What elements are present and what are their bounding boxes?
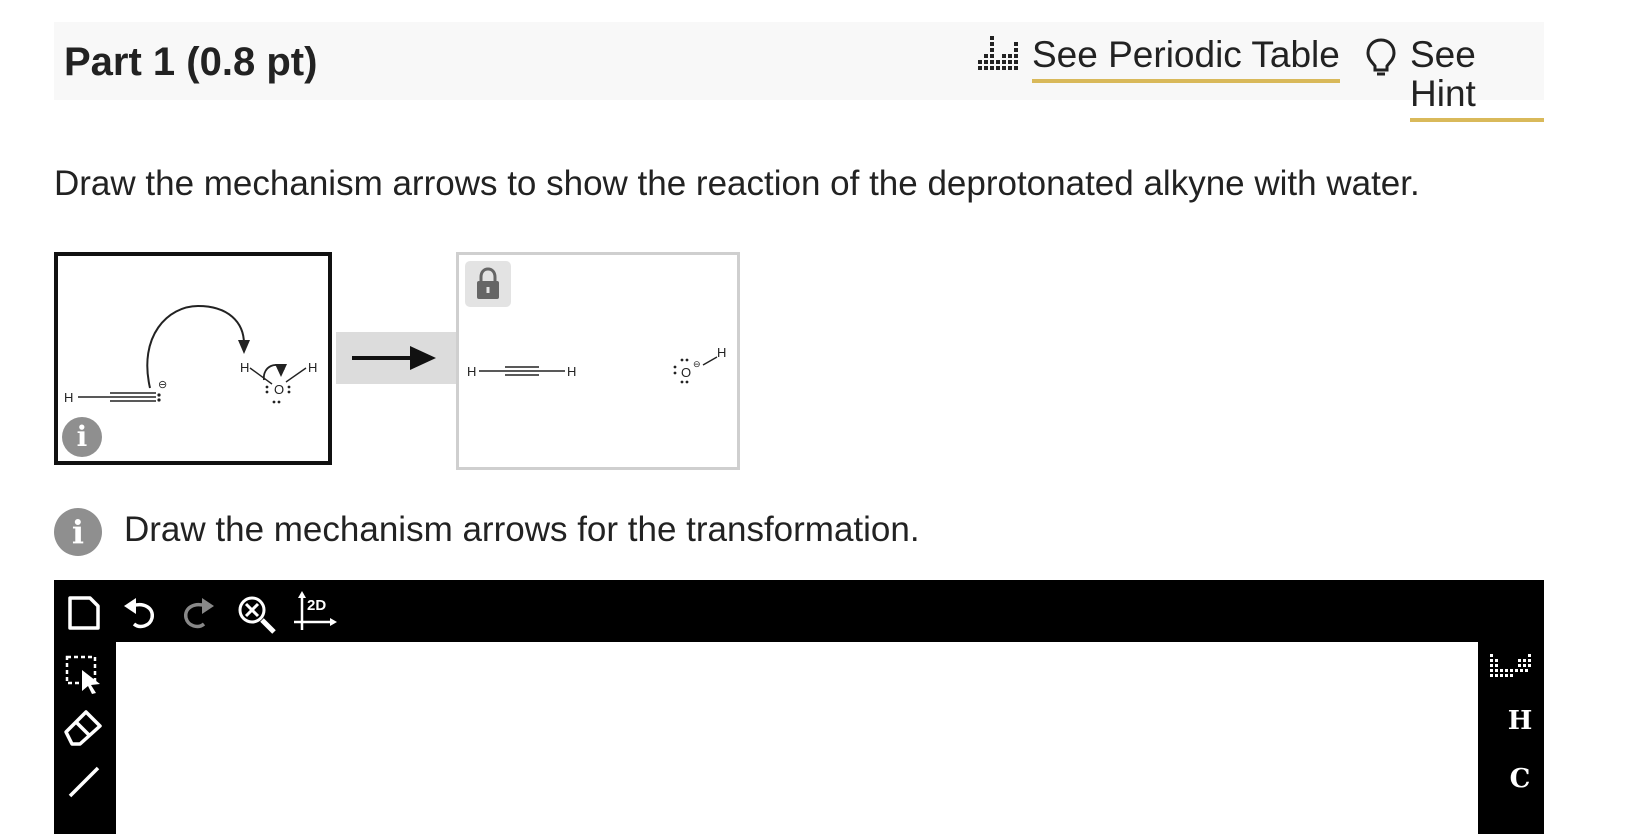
periodic-table-icon[interactable] [978, 36, 1018, 70]
product-oxygen: O [681, 365, 691, 380]
editor-instruction: Draw the mechanism arrows for the transf… [124, 510, 920, 549]
reactant-charge: ⊖ [158, 379, 167, 391]
reaction-arrow-band [336, 332, 458, 384]
undo-icon[interactable] [120, 596, 158, 632]
reactant-h-water-right: H [308, 360, 317, 375]
product-h-right: H [567, 364, 576, 379]
reactant-sketch[interactable]: H ⊖ H O H i [54, 252, 332, 465]
see-hint-link[interactable]: See Hint [1410, 35, 1544, 122]
zoom-clear-icon[interactable] [236, 594, 278, 636]
part-title: Part 1 (0.8 pt) [64, 40, 318, 84]
product-h-left: H [467, 364, 476, 379]
see-periodic-table-link[interactable]: See Periodic Table [1032, 35, 1340, 83]
product-structure: H H O ⊖ H [467, 345, 726, 384]
info-icon[interactable]: i [62, 417, 102, 457]
2d-axes-label: 2D [307, 597, 326, 614]
bond-icon[interactable] [66, 764, 102, 800]
element-c-button[interactable]: C [1500, 764, 1540, 794]
part-header: Part 1 (0.8 pt) See Periodic Table See H… [54, 22, 1544, 122]
question-instruction: Draw the mechanism arrows to show the re… [54, 164, 1420, 203]
2d-axes-icon[interactable]: 2D [292, 590, 340, 634]
select-icon[interactable] [64, 654, 104, 694]
element-h-button[interactable]: H [1500, 706, 1540, 736]
reactant-oxygen: O [274, 382, 284, 397]
lightbulb-icon[interactable] [1366, 38, 1396, 76]
new-document-icon[interactable] [66, 594, 102, 632]
reactant-h-water-left: H [240, 360, 249, 375]
product-charge: ⊖ [693, 359, 701, 369]
editor-info-icon[interactable]: i [54, 508, 102, 556]
reactant-h-left: H [64, 390, 73, 405]
product-structure-box: H H O ⊖ H [456, 252, 740, 470]
eraser-icon[interactable] [62, 706, 106, 746]
periodic-table-tool-icon[interactable] [1490, 654, 1532, 682]
reaction-arrow-icon [352, 346, 436, 370]
drawing-canvas[interactable] [116, 642, 1478, 834]
product-h-oh: H [717, 345, 726, 360]
redo-icon[interactable] [180, 596, 218, 632]
mechanism-editor: 2D H C [54, 580, 1544, 834]
